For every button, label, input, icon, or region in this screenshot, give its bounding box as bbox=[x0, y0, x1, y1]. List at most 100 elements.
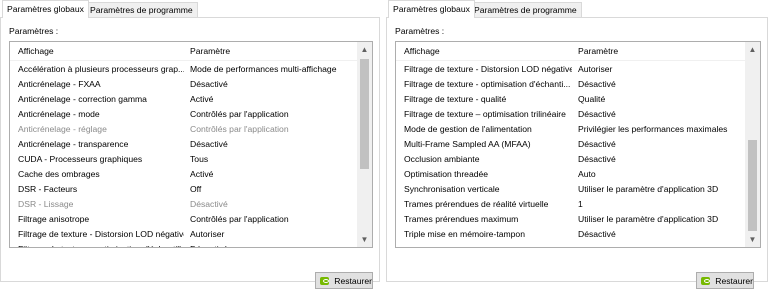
list-row[interactable]: CUDA - Processeurs graphiques Tous bbox=[10, 152, 357, 167]
setting-value: Tous bbox=[190, 154, 209, 164]
setting-value: Désactivé bbox=[190, 79, 228, 89]
feature-name: Anticrénelage - réglage bbox=[18, 124, 107, 134]
scrollbar-thumb[interactable] bbox=[748, 140, 757, 231]
feature-name: Filtrage de texture - optimisation d'éch… bbox=[18, 242, 184, 247]
list-row[interactable]: Mode de gestion de l'alimentation Privilé… bbox=[396, 122, 745, 137]
scroll-up-arrow-icon[interactable]: ▲ bbox=[745, 42, 760, 57]
list-row[interactable]: Accélération à plusieurs processeurs gra… bbox=[10, 62, 357, 77]
list-row[interactable]: Triple mise en mémoire-tampon Désactivé bbox=[396, 227, 745, 242]
list-row[interactable]: Filtrage de texture - Distorsion LOD nég… bbox=[10, 227, 357, 242]
feature-name: Trames prérendues de réalité virtuelle bbox=[404, 199, 549, 209]
tab-program-settings[interactable]: Paramètres de programme bbox=[469, 2, 582, 17]
setting-value: Contrôlés par l'application bbox=[190, 124, 289, 134]
feature-name: Mode de gestion de l'alimentation bbox=[404, 124, 532, 134]
list-row[interactable]: Filtrage de texture - optimisation d'éch… bbox=[396, 77, 745, 92]
scroll-up-arrow-icon[interactable]: ▲ bbox=[357, 42, 372, 57]
feature-name: Anticrénelage - correction gamma bbox=[18, 94, 147, 104]
settings-label: Paramètres : bbox=[9, 26, 59, 36]
setting-value: Désactivé bbox=[578, 229, 616, 239]
feature-name: Trames prérendues maximum bbox=[404, 214, 519, 224]
settings-label: Paramètres : bbox=[395, 26, 445, 36]
list-row[interactable]: Optimisation threadée Auto bbox=[396, 167, 745, 182]
list-row[interactable]: Anticrénelage - réglage Contrôlés par l'a… bbox=[10, 122, 357, 137]
tab-program-settings[interactable]: Paramètres de programme bbox=[85, 2, 198, 17]
setting-value: Utiliser le paramètre d'application 3D bbox=[578, 214, 719, 224]
setting-value: Privilégier les performances maximales bbox=[578, 124, 728, 134]
tab-content: Paramètres : Affichage Paramètre Filtrag… bbox=[386, 17, 768, 289]
list-row[interactable]: Filtrage de texture - optimisation d'éch… bbox=[10, 242, 357, 247]
tab-bar: Paramètres globaux Paramètres de program… bbox=[0, 0, 380, 18]
tab-content: Paramètres : Affichage Paramètre Accélér… bbox=[0, 17, 380, 289]
feature-name: Triple mise en mémoire-tampon bbox=[404, 229, 525, 239]
setting-value: Désactivé bbox=[578, 109, 616, 119]
tab-global-settings[interactable]: Paramètres globaux bbox=[2, 0, 89, 18]
setting-value: Off bbox=[190, 184, 202, 194]
list-row[interactable]: Trames prérendues maximum Utiliser le par… bbox=[396, 212, 745, 227]
scrollbar-thumb[interactable] bbox=[360, 59, 369, 169]
scroll-down-arrow-icon[interactable]: ▼ bbox=[357, 232, 372, 247]
list-row[interactable]: Trames prérendues de réalité virtuelle 1 bbox=[396, 197, 745, 212]
list-rows: Accélération à plusieurs processeurs gra… bbox=[10, 62, 357, 247]
feature-name: Occlusion ambiante bbox=[404, 154, 480, 164]
nvidia-logo-icon bbox=[701, 276, 711, 285]
list-row[interactable]: DSR - Lissage Désactivé bbox=[10, 197, 357, 212]
list-row[interactable]: Synchronisation verticale Utiliser le par… bbox=[396, 182, 745, 197]
feature-name: DSR - Lissage bbox=[18, 199, 74, 209]
restore-button[interactable]: Restaurer bbox=[315, 272, 373, 289]
setting-value: Désactivé bbox=[190, 139, 228, 149]
setting-value: Mode de performances multi-affichage bbox=[190, 64, 337, 74]
feature-name: Anticrénelage - FXAA bbox=[18, 79, 101, 89]
feature-name: Filtrage anisotrope bbox=[18, 214, 90, 224]
list-row[interactable]: Anticrénelage - mode Contrôlés par l'appl… bbox=[10, 107, 357, 122]
setting-value: Contrôlés par l'application bbox=[190, 214, 289, 224]
setting-value: Désactivé bbox=[578, 154, 616, 164]
list-header: Affichage Paramètre bbox=[10, 42, 357, 61]
feature-name: Anticrénelage - transparence bbox=[18, 139, 129, 149]
restore-button[interactable]: Restaurer bbox=[696, 272, 754, 289]
right-panel: Paramètres globaux Paramètres de program… bbox=[386, 0, 768, 289]
feature-name: DSR - Facteurs bbox=[18, 184, 78, 194]
vertical-scrollbar[interactable]: ▲ ▼ bbox=[745, 42, 760, 247]
setting-value: Désactivé bbox=[578, 139, 616, 149]
list-row[interactable]: Filtrage de texture - qualité Qualité bbox=[396, 92, 745, 107]
feature-name: Filtrage de texture - optimisation d'éch… bbox=[404, 79, 571, 89]
column-header-setting[interactable]: Paramètre bbox=[578, 46, 618, 56]
column-header-feature[interactable]: Affichage bbox=[18, 46, 54, 56]
settings-list[interactable]: Affichage Paramètre Accélération à plusi… bbox=[9, 41, 373, 248]
feature-name: Filtrage de texture - Distorsion LOD nég… bbox=[404, 64, 572, 74]
tab-global-settings[interactable]: Paramètres globaux bbox=[388, 0, 475, 18]
left-panel: Paramètres globaux Paramètres de program… bbox=[0, 0, 380, 289]
list-row[interactable]: Cache des ombrages Activé bbox=[10, 167, 357, 182]
nvidia-logo-icon bbox=[320, 276, 330, 285]
list-row[interactable]: Anticrénelage - FXAA Désactivé bbox=[10, 77, 357, 92]
list-row[interactable]: Filtrage de texture – optimisation trili… bbox=[396, 107, 745, 122]
vertical-scrollbar[interactable]: ▲ ▼ bbox=[357, 42, 372, 247]
list-row[interactable]: DSR - Facteurs Off bbox=[10, 182, 357, 197]
feature-name: Filtrage de texture – optimisation trili… bbox=[404, 109, 566, 119]
setting-value: 1 bbox=[578, 199, 583, 209]
setting-value: Contrôlés par l'application bbox=[190, 109, 289, 119]
feature-name: Synchronisation verticale bbox=[404, 184, 500, 194]
setting-value: Activé bbox=[190, 94, 214, 104]
restore-button-label: Restaurer bbox=[715, 275, 753, 286]
feature-name: Filtrage de texture - qualité bbox=[404, 94, 507, 104]
column-header-feature[interactable]: Affichage bbox=[404, 46, 440, 56]
list-row[interactable]: Multi-Frame Sampled AA (MFAA) Désactivé bbox=[396, 137, 745, 152]
setting-value: Qualité bbox=[578, 94, 606, 104]
setting-value: Désactivé bbox=[578, 79, 616, 89]
list-row[interactable]: Filtrage anisotrope Contrôlés par l'appli… bbox=[10, 212, 357, 227]
list-row[interactable]: Occlusion ambiante Désactivé bbox=[396, 152, 745, 167]
list-row[interactable]: Anticrénelage - correction gamma Activé bbox=[10, 92, 357, 107]
scroll-down-arrow-icon[interactable]: ▼ bbox=[745, 232, 760, 247]
tab-bar: Paramètres globaux Paramètres de program… bbox=[386, 0, 768, 18]
setting-value: Activé bbox=[190, 169, 214, 179]
setting-value: Utiliser le paramètre d'application 3D bbox=[578, 184, 719, 194]
settings-list[interactable]: Affichage Paramètre Filtrage de texture … bbox=[395, 41, 761, 248]
setting-value: Désactivé bbox=[190, 199, 228, 209]
list-row[interactable]: Filtrage de texture - Distorsion LOD nég… bbox=[396, 62, 745, 77]
list-row[interactable]: Anticrénelage - transparence Désactivé bbox=[10, 137, 357, 152]
setting-value: Désactivé bbox=[190, 242, 357, 247]
feature-name: Optimisation threadée bbox=[404, 169, 489, 179]
feature-name: Cache des ombrages bbox=[18, 169, 100, 179]
column-header-setting[interactable]: Paramètre bbox=[190, 46, 230, 56]
